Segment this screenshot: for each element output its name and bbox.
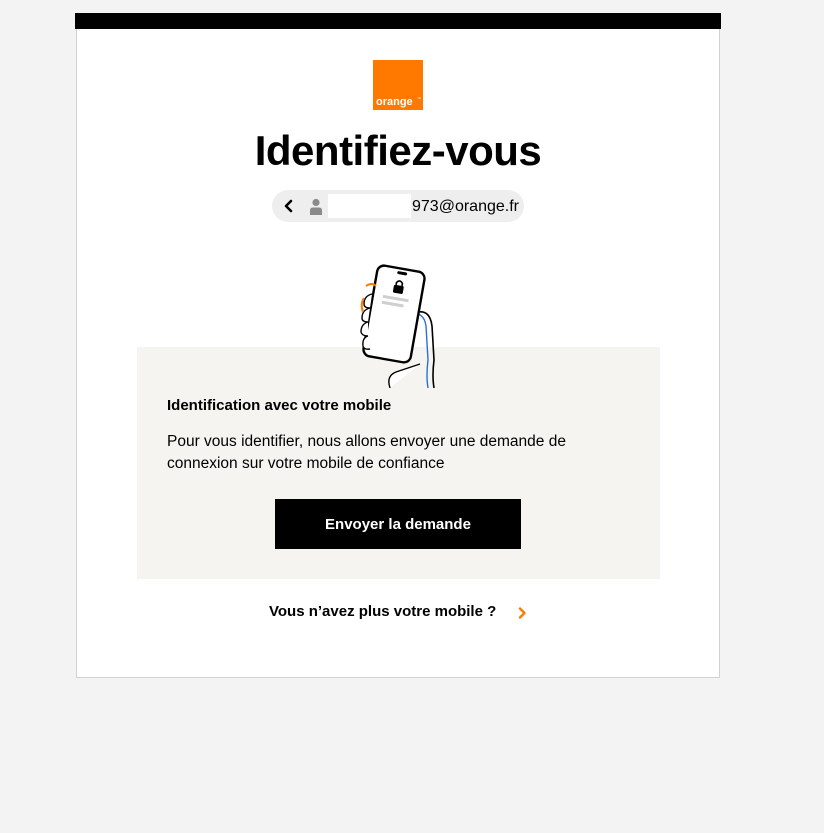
chevron-right-icon[interactable] bbox=[517, 605, 527, 621]
account-email: 973@orange.fr bbox=[412, 198, 519, 215]
mobile-auth-description: Pour vous identifier, nous allons envoye… bbox=[167, 433, 566, 472]
logo-text: orange bbox=[376, 96, 413, 108]
mobile-auth-heading: Identification avec votre mobile bbox=[167, 397, 392, 414]
user-icon bbox=[309, 198, 323, 216]
top-bar bbox=[75, 13, 721, 29]
masked-email-region bbox=[328, 194, 411, 218]
orange-logo: orange ™ bbox=[373, 60, 423, 110]
account-pill: 973@orange.fr bbox=[272, 190, 524, 222]
send-request-button[interactable]: Envoyer la demande bbox=[275, 499, 521, 549]
page-title: Identifiez-vous bbox=[254, 127, 542, 174]
logo-trademark: ™ bbox=[417, 96, 421, 101]
chevron-left-icon[interactable] bbox=[281, 197, 297, 215]
phone-in-hand-illustration bbox=[350, 264, 450, 389]
no-mobile-link[interactable]: Vous n’avez plus votre mobile ? bbox=[269, 603, 496, 621]
